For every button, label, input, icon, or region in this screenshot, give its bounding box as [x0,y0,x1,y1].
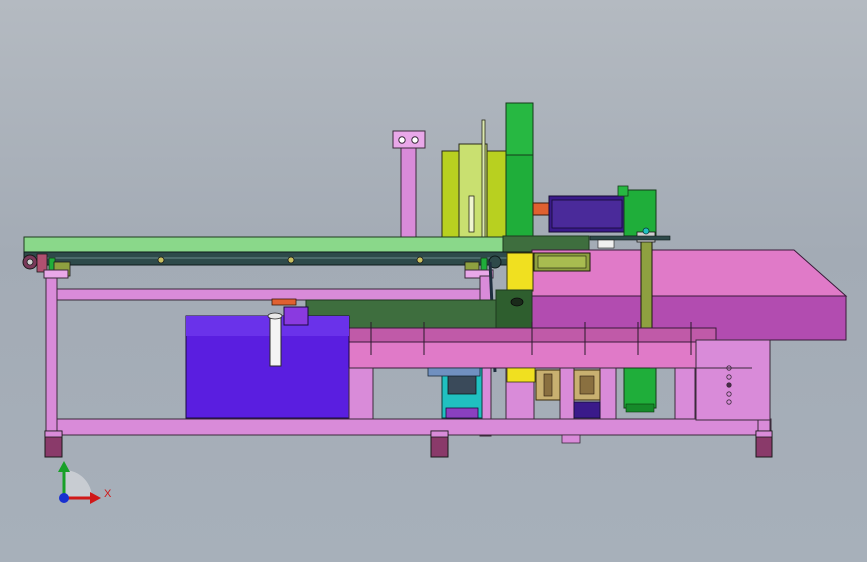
conveyor-top-plate [23,236,505,253]
lower-pink-post [599,367,617,420]
green-gearbox [623,189,657,237]
tan-bearing-dark [543,373,553,397]
tower-rod [481,119,486,241]
teal-gearbox-base [445,407,479,419]
column-top-bracket [392,130,426,149]
green-motor-lower [623,367,657,409]
rail-fastener [287,256,295,264]
cad-viewport[interactable]: X [0,0,867,562]
coordinate-triad: X [58,461,112,504]
top-rail-bar [589,235,671,241]
gearbox-tab [617,185,629,197]
blue-fitting [427,367,481,377]
tan-bearing-2-dark [579,375,595,395]
motor-cap [551,199,623,229]
caster-cap [430,430,449,438]
x-axis-label: X [104,488,112,500]
end-guard [36,253,48,273]
triad-arc [64,470,92,498]
white-pipe [269,315,282,367]
bracket-hole-right [411,136,419,144]
lower-pink-post [348,367,374,420]
dark-green-lower [495,289,533,331]
tower-slot [468,195,475,233]
z-axis-origin [59,493,69,503]
end-roller-hub [26,258,34,266]
lower-pink-post [559,367,575,420]
yellow-block-inset [537,255,587,269]
machine-assembly-drawing: X [22,102,848,504]
frame-bottom-rail [56,418,772,436]
small-foot [561,434,581,444]
green-motor-flange [625,403,655,413]
orange-cap [271,298,297,306]
green-tab-right [480,257,488,271]
x-axis-head [90,492,101,504]
purple-cylinder [283,306,309,326]
rod-clamp-knob [642,227,650,235]
lower-pink-post [674,367,696,420]
teal-gearbox-window [447,375,477,395]
pink-column [400,145,417,242]
bearing-base [573,401,601,419]
dark-green-port [510,297,524,307]
y-axis-head [58,461,70,472]
caster-cap [44,430,63,438]
orange-shaft [532,202,552,216]
rail-fastener [416,256,424,264]
yellow-bearing [506,367,536,383]
green-column-upper [505,102,534,156]
yellow-block [506,252,534,292]
pipe-cap [267,312,283,320]
tank-shade [186,316,349,336]
frame-top-rail [56,288,493,301]
caster-cap [755,430,773,438]
bracket-hole-left [398,136,406,144]
indicator-light [726,382,732,388]
control-box [695,339,771,421]
white-block [597,239,615,249]
frame-left-leg [45,275,58,432]
rail-fastener [157,256,165,264]
frame-upper-cap-left [43,269,69,279]
